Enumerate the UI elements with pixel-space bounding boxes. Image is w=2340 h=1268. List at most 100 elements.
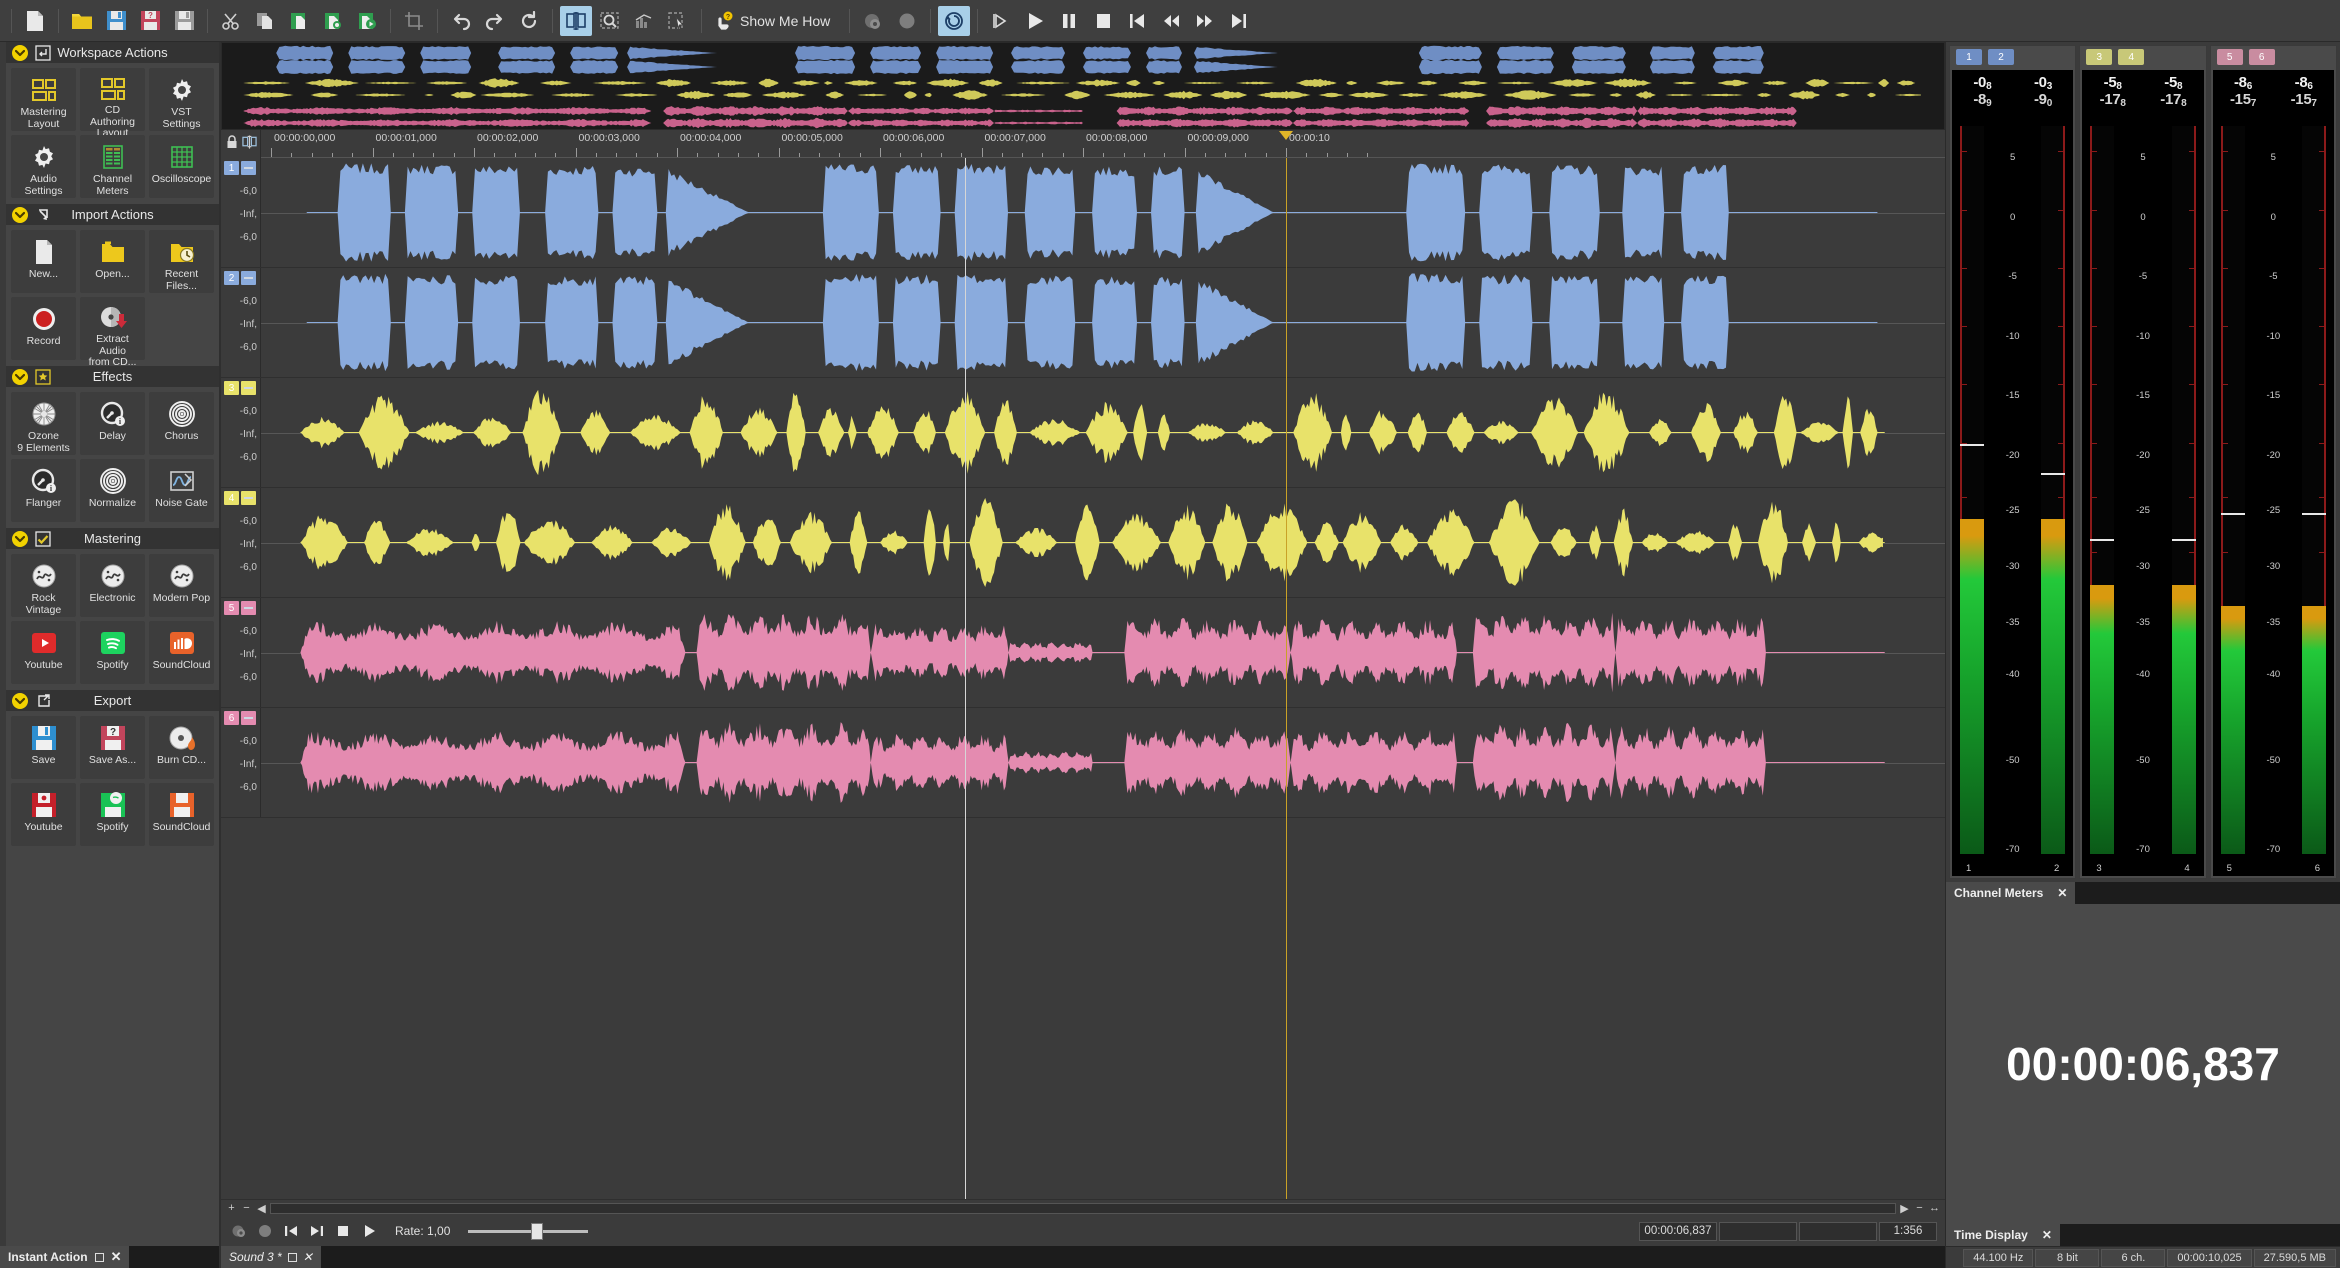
copy-icon[interactable] bbox=[249, 6, 281, 36]
timeline-ruler[interactable]: 00:00:00,000 00:00:01,000 00:00:02,000 00:0… bbox=[261, 130, 1945, 158]
action-tile-normalize[interactable]: Normalize bbox=[80, 459, 145, 522]
restore-icon[interactable] bbox=[513, 6, 545, 36]
action-tile-oscilloscope[interactable]: Oscilloscope bbox=[149, 135, 214, 198]
track-waveform[interactable] bbox=[261, 378, 1945, 487]
action-tile-audio-settings[interactable]: Audio Settings bbox=[11, 135, 76, 198]
zoom-ratio-field[interactable]: 1:356 bbox=[1879, 1221, 1937, 1241]
open-folder-icon[interactable] bbox=[66, 6, 98, 36]
channel-meters-tab[interactable]: Channel Meters ✕ bbox=[1946, 882, 2076, 904]
meter-channel-chip[interactable]: 6 bbox=[2248, 49, 2275, 65]
track-waveform[interactable] bbox=[261, 488, 1945, 597]
time-display-tab[interactable]: Time Display ✕ bbox=[1946, 1224, 2060, 1246]
record-icon[interactable] bbox=[891, 6, 923, 36]
chevron-down-icon[interactable] bbox=[12, 530, 28, 547]
document-tab-sound3[interactable]: Sound 3 * ✕ bbox=[221, 1246, 321, 1268]
section-header-workspace-actions[interactable]: Workspace Actions bbox=[6, 42, 219, 63]
edit-tool-icon[interactable] bbox=[560, 5, 592, 36]
meter-channel-chip[interactable]: 1 bbox=[1956, 49, 1982, 65]
go-to-end-icon[interactable] bbox=[1223, 6, 1255, 36]
track-mute-button[interactable] bbox=[241, 491, 256, 505]
action-tile-spotify[interactable]: Spotify bbox=[80, 783, 145, 846]
mix-paste-icon[interactable] bbox=[351, 6, 383, 36]
action-tile-noise-gate[interactable]: Noise Gate bbox=[149, 459, 214, 522]
record-icon[interactable] bbox=[255, 1221, 275, 1241]
track-mute-button[interactable] bbox=[241, 381, 256, 395]
close-icon[interactable]: ✕ bbox=[303, 1250, 313, 1264]
go-to-start-icon[interactable] bbox=[1121, 6, 1153, 36]
track-waveform[interactable] bbox=[261, 268, 1945, 377]
rate-slider-knob[interactable] bbox=[530, 1222, 543, 1240]
action-tile-chorus[interactable]: Chorus bbox=[149, 392, 214, 455]
save-as-icon[interactable]: ? bbox=[134, 6, 166, 36]
section-header-import-actions[interactable]: Import Actions bbox=[6, 204, 219, 225]
action-tile-burn-cd[interactable]: Burn CD... bbox=[149, 716, 214, 779]
track-number-badge[interactable]: 3 bbox=[224, 381, 239, 395]
chevron-down-icon[interactable] bbox=[12, 692, 28, 709]
track-waveform[interactable] bbox=[261, 708, 1945, 817]
zoom-fit-icon[interactable]: − bbox=[1913, 1202, 1926, 1214]
action-tile-youtube[interactable]: Youtube bbox=[11, 621, 76, 684]
action-tile-record[interactable]: Record bbox=[11, 297, 76, 360]
playhead-cursor[interactable] bbox=[964, 158, 966, 1199]
track-row[interactable]: 4 -6,0 -Inf, -6,0 bbox=[221, 488, 1945, 598]
save-all-icon[interactable] bbox=[168, 6, 200, 36]
play-icon[interactable] bbox=[1019, 6, 1051, 36]
loop-playback-icon[interactable] bbox=[938, 5, 971, 36]
save-icon[interactable] bbox=[100, 6, 132, 36]
meter-channel-chip[interactable]: 3 bbox=[2086, 49, 2113, 65]
chevron-down-icon[interactable] bbox=[12, 206, 28, 223]
record-arm-icon[interactable] bbox=[857, 6, 889, 36]
track-mute-button[interactable] bbox=[241, 271, 256, 285]
action-tile-ozone-9-elements[interactable]: Ozone 9 Elements bbox=[11, 392, 76, 455]
play-selection-icon[interactable] bbox=[985, 6, 1017, 36]
maximize-icon[interactable] bbox=[94, 1252, 104, 1262]
envelope-tool-icon[interactable] bbox=[628, 6, 660, 36]
snap-edit-icon[interactable] bbox=[242, 134, 257, 154]
chevron-down-icon[interactable] bbox=[12, 368, 28, 385]
action-tile-soundcloud[interactable]: SoundCloud bbox=[149, 783, 214, 846]
action-tile-vst-settings[interactable]: VST Settings bbox=[149, 68, 214, 131]
stop-icon[interactable] bbox=[1087, 6, 1119, 36]
track-mute-button[interactable] bbox=[241, 161, 256, 175]
meter-channel-chip[interactable]: 5 bbox=[2216, 49, 2243, 65]
action-tile-extract-audio-from-cd[interactable]: Extract Audio from CD... bbox=[80, 297, 145, 368]
selection-start-field[interactable] bbox=[1719, 1221, 1797, 1241]
select-tool-icon[interactable] bbox=[662, 6, 694, 36]
play-icon[interactable] bbox=[359, 1221, 379, 1241]
rewind-icon[interactable] bbox=[1155, 6, 1187, 36]
selection-length-field[interactable] bbox=[1799, 1221, 1877, 1241]
fast-forward-icon[interactable] bbox=[1189, 6, 1221, 36]
action-tile-rock-vintage[interactable]: Rock Vintage bbox=[11, 554, 76, 617]
action-tile-modern-pop[interactable]: Modern Pop bbox=[149, 554, 214, 617]
track-mute-button[interactable] bbox=[241, 601, 256, 615]
action-tile-youtube[interactable]: Youtube bbox=[11, 783, 76, 846]
position-field[interactable]: 00:00:06,837 bbox=[1639, 1221, 1717, 1241]
meter-channel-chip[interactable]: 2 bbox=[1988, 49, 2014, 65]
scroll-right-icon[interactable]: ▶ bbox=[1898, 1202, 1911, 1215]
overview-strip[interactable] bbox=[221, 42, 1945, 130]
rate-slider[interactable] bbox=[468, 1221, 589, 1241]
meter-channel-chip[interactable]: 4 bbox=[2118, 49, 2145, 65]
zoom-out-icon[interactable]: − bbox=[240, 1202, 253, 1214]
track-number-badge[interactable]: 4 bbox=[224, 491, 239, 505]
close-icon[interactable]: ✕ bbox=[111, 1249, 122, 1265]
lock-icon[interactable] bbox=[226, 134, 238, 154]
track-row[interactable]: 5 -6,0 -Inf, -6,0 bbox=[221, 598, 1945, 708]
track-waveform[interactable] bbox=[261, 598, 1945, 707]
stop-icon[interactable] bbox=[333, 1221, 353, 1241]
scroll-left-icon[interactable]: ◀ bbox=[255, 1202, 268, 1215]
horizontal-scrollbar[interactable] bbox=[270, 1202, 1896, 1214]
pause-icon[interactable] bbox=[1053, 6, 1085, 36]
cut-icon[interactable] bbox=[215, 6, 247, 36]
paste-icon[interactable] bbox=[283, 6, 315, 36]
track-mute-button[interactable] bbox=[241, 711, 256, 725]
track-number-badge[interactable]: 1 bbox=[224, 161, 239, 175]
record-arm-icon[interactable] bbox=[229, 1221, 249, 1241]
trim-crop-icon[interactable] bbox=[398, 6, 430, 36]
magnify-tool-icon[interactable] bbox=[594, 6, 626, 36]
action-tile-delay[interactable]: i Delay bbox=[80, 392, 145, 455]
chevron-down-icon[interactable] bbox=[12, 44, 28, 61]
show-me-how-button[interactable]: ? Show Me How bbox=[709, 11, 842, 31]
zoom-in-icon[interactable]: + bbox=[225, 1202, 238, 1214]
action-tile-electronic[interactable]: Electronic bbox=[80, 554, 145, 617]
